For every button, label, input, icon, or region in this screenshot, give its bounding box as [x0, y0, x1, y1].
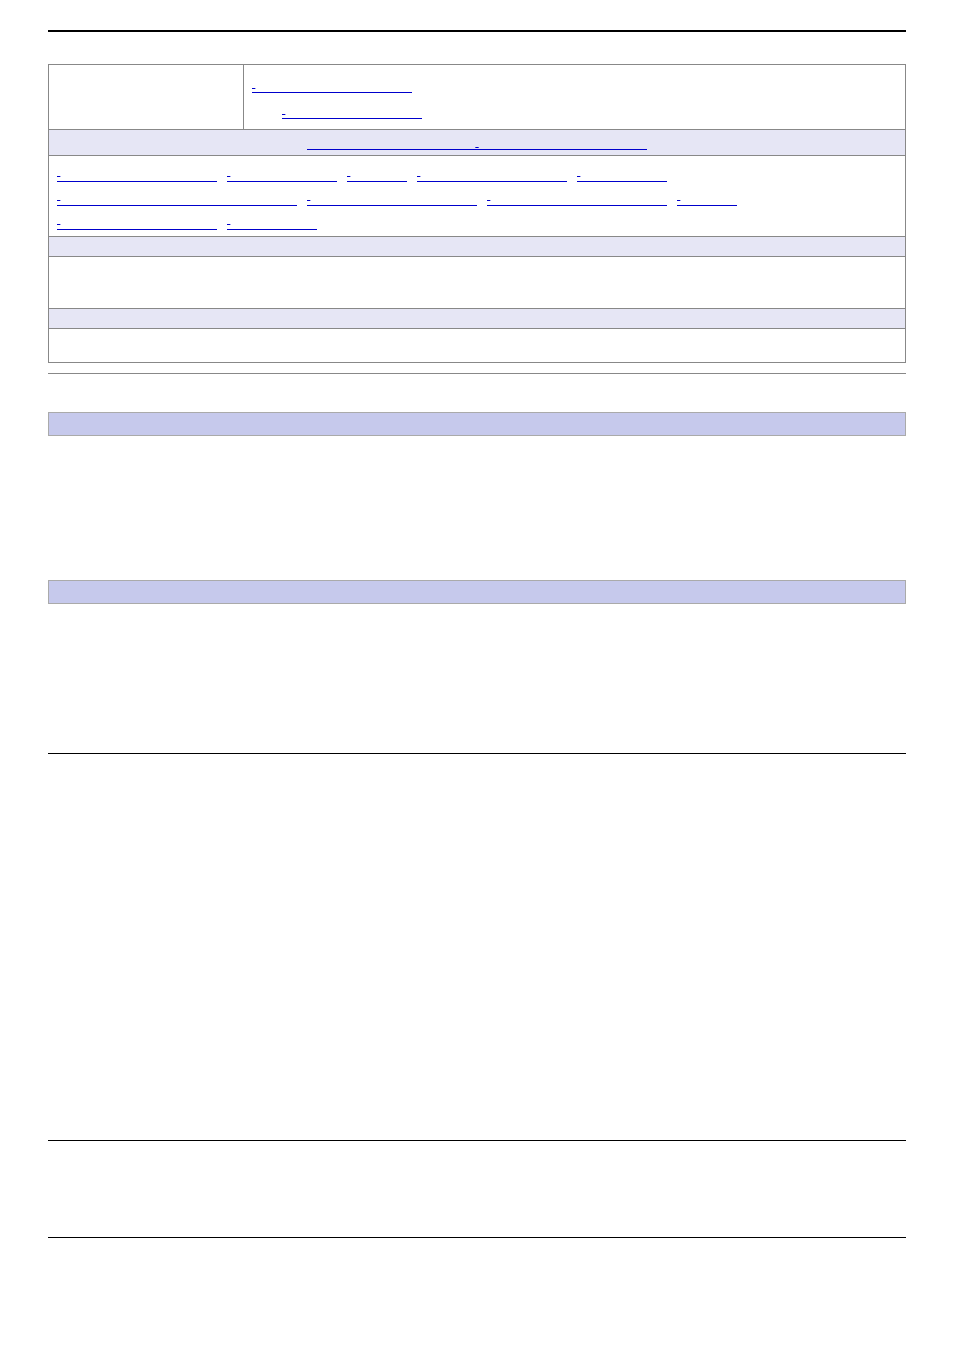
inline-link-11[interactable]: [227, 210, 317, 230]
inline-link-3[interactable]: [347, 162, 407, 182]
inline-link-7[interactable]: [307, 186, 477, 206]
header-link-2[interactable]: [282, 101, 422, 119]
inline-link-2[interactable]: [227, 162, 337, 182]
section-band-2: [48, 580, 906, 604]
inline-link-4[interactable]: [417, 162, 567, 182]
band-row-2: [49, 236, 905, 256]
table-header-row: [49, 65, 905, 129]
header-right-cell: [244, 65, 905, 129]
links-wrap: [49, 156, 905, 237]
inline-link-8[interactable]: [487, 186, 667, 206]
band-center-link-row: [49, 129, 905, 155]
mid-rule-2: [48, 1140, 906, 1141]
mid-rule-1: [48, 753, 906, 754]
info-table: [48, 64, 906, 363]
page-container: [0, 0, 954, 604]
header-link-1[interactable]: [252, 75, 412, 93]
band-row-3: [49, 308, 905, 328]
band-center-link[interactable]: [307, 135, 647, 150]
bottom-rule: [48, 1237, 906, 1238]
inline-link-10[interactable]: [57, 210, 217, 230]
section-band-1: [48, 412, 906, 436]
links-row: [49, 155, 905, 237]
header-left-cell: [49, 65, 244, 129]
inline-link-9[interactable]: [677, 186, 737, 206]
inline-link-6[interactable]: [57, 186, 297, 206]
inline-link-1[interactable]: [57, 162, 217, 182]
inline-link-5[interactable]: [577, 162, 667, 182]
top-rule: [48, 30, 906, 32]
white-block-1: [49, 256, 905, 308]
white-block-2: [49, 328, 905, 362]
